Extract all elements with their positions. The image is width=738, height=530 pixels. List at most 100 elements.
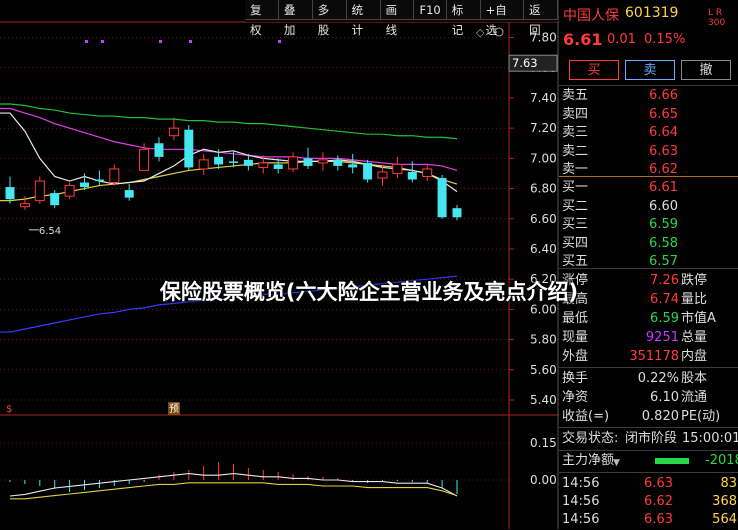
bid-row[interactable]: 买二 6.60: [559, 197, 738, 217]
row-value: 9251: [645, 330, 679, 345]
ask-row[interactable]: 卖二 6.63: [559, 142, 738, 162]
candle-body: [34, 180, 45, 202]
bid-row[interactable]: 买一 6.61: [559, 178, 738, 198]
toolbar-button[interactable]: +自选: [480, 0, 525, 37]
row-label-2: PE(动): [681, 409, 721, 424]
candle-body: [348, 164, 358, 168]
toolbar-button[interactable]: 返回: [524, 0, 558, 37]
row-value: 6.57: [649, 254, 678, 269]
chart-bg: [0, 0, 509, 529]
row-label: 卖五: [562, 88, 589, 103]
stat-row[interactable]: 现量 9251 总量: [559, 328, 738, 348]
cancel-button[interactable]: 撤: [681, 60, 731, 80]
price-tick-label: 6.80: [530, 182, 557, 196]
row-label-2: 内盘: [681, 349, 708, 364]
price-change-pct: 0.15%: [644, 32, 686, 47]
row-label: 外盘: [562, 349, 589, 364]
candle-body: [317, 159, 328, 164]
last-price: 6.61: [563, 30, 603, 49]
candle-body: [229, 161, 238, 163]
row-value: 6.61: [649, 180, 678, 195]
price-tick-label: 5.60: [530, 363, 557, 377]
net-flow-label: 主力净额: [562, 453, 615, 468]
stat-row[interactable]: 净资 6.10 流通: [559, 388, 738, 408]
price-tick-label: 5.80: [530, 333, 557, 347]
kline-chart[interactable]: 7.807.607.407.207.006.806.606.406.206.00…: [0, 0, 559, 529]
toolbar-button[interactable]: F10: [414, 0, 447, 20]
stat-row[interactable]: 换手 0.22% 股本: [559, 369, 738, 389]
stat-row[interactable]: 最低 6.59 市值A: [559, 309, 738, 329]
toolbar-button[interactable]: 画线: [380, 0, 415, 37]
tick-row: 14:56 6.62 368: [559, 492, 738, 512]
indicator-tick-label: 0.00: [530, 473, 557, 487]
stock-name[interactable]: 中国人保: [563, 5, 619, 25]
candle-body: [452, 208, 462, 218]
toolbar-button[interactable]: 统计: [346, 0, 381, 37]
net-flow-row[interactable]: 主力净额 ▼ -2018: [559, 451, 738, 471]
row-value: 6.59: [649, 217, 678, 232]
row-value: 6.60: [649, 198, 678, 214]
signal-dot: [159, 40, 162, 43]
candle-body: [5, 187, 15, 200]
candle-body: [243, 159, 253, 166]
sell-button[interactable]: 卖: [625, 60, 675, 80]
ask-row[interactable]: 卖一 6.62: [559, 160, 738, 180]
row-label: 买一: [562, 180, 589, 195]
low-marker-text: 6.54: [39, 226, 61, 237]
row-label: 卖二: [562, 143, 589, 159]
tick-price: 6.62: [644, 494, 673, 509]
candle-body: [437, 178, 447, 218]
quote-panel: 中国人保 601319 L R 300 6.61 0.01 0.15% 买 卖 …: [559, 0, 738, 529]
stock-tag: L R 300: [708, 8, 726, 28]
row-value: 0.22%: [637, 371, 679, 386]
candle-body: [392, 163, 403, 174]
dividend-marker: $: [6, 404, 12, 415]
candle-body: [50, 193, 60, 206]
candle-body: [407, 171, 417, 180]
buy-button[interactable]: 买: [569, 60, 619, 80]
stat-row[interactable]: 外盘 351178 内盘: [559, 347, 738, 367]
candle-body: [154, 143, 164, 157]
stock-code: 601319: [625, 5, 679, 21]
toolbar-button[interactable]: 叠加: [278, 0, 313, 37]
tick-volume: 368: [712, 494, 737, 509]
row-value: 6.59: [650, 311, 679, 326]
dropdown-icon[interactable]: ▼: [613, 453, 620, 473]
row-label: 收益(=): [562, 409, 610, 424]
status-time: 15:00:01: [682, 431, 738, 446]
status-label: 交易状态:: [562, 431, 619, 446]
candle-body: [288, 156, 299, 170]
stat-row[interactable]: 收益(=) 0.820 PE(动): [559, 407, 738, 427]
tick-price: 6.63: [644, 512, 673, 527]
tick-volume: 83: [720, 476, 737, 491]
candle-body: [139, 148, 150, 171]
notice-marker: 预: [169, 403, 179, 415]
bid-row[interactable]: 买五 6.57: [559, 252, 738, 272]
row-label: 卖三: [562, 125, 589, 140]
toolbar-button[interactable]: 多股: [312, 0, 347, 37]
candle-body: [273, 164, 283, 169]
bid-row[interactable]: 买四 6.58: [559, 234, 738, 254]
row-value: 6.62: [649, 162, 678, 177]
candle-body: [303, 158, 313, 166]
net-flow-bar: [655, 458, 689, 464]
bid-row[interactable]: 买三 6.59: [559, 215, 738, 235]
ask-row[interactable]: 卖三 6.64: [559, 123, 738, 143]
candle-body: [64, 185, 75, 197]
diamond-icon: ◇: [476, 26, 485, 39]
ask-row[interactable]: 卖五 6.66: [559, 86, 738, 106]
candle-body: [184, 129, 194, 168]
row-value: 6.58: [649, 235, 678, 251]
row-label: 现量: [562, 330, 589, 345]
status-state: 闭市阶段: [625, 431, 678, 446]
tick-row: 14:56 6.63 83: [559, 474, 738, 494]
row-label: 卖四: [562, 106, 589, 122]
toolbar-button[interactable]: 标记: [446, 0, 481, 37]
candle-body: [422, 168, 433, 177]
candle-body: [214, 156, 224, 165]
toolbar-button[interactable]: 复权: [245, 0, 279, 37]
price-tick-label: 6.40: [530, 242, 557, 256]
signal-dot: [189, 40, 192, 43]
ask-row[interactable]: 卖四 6.65: [559, 105, 738, 125]
tick-time: 14:56: [562, 476, 600, 491]
